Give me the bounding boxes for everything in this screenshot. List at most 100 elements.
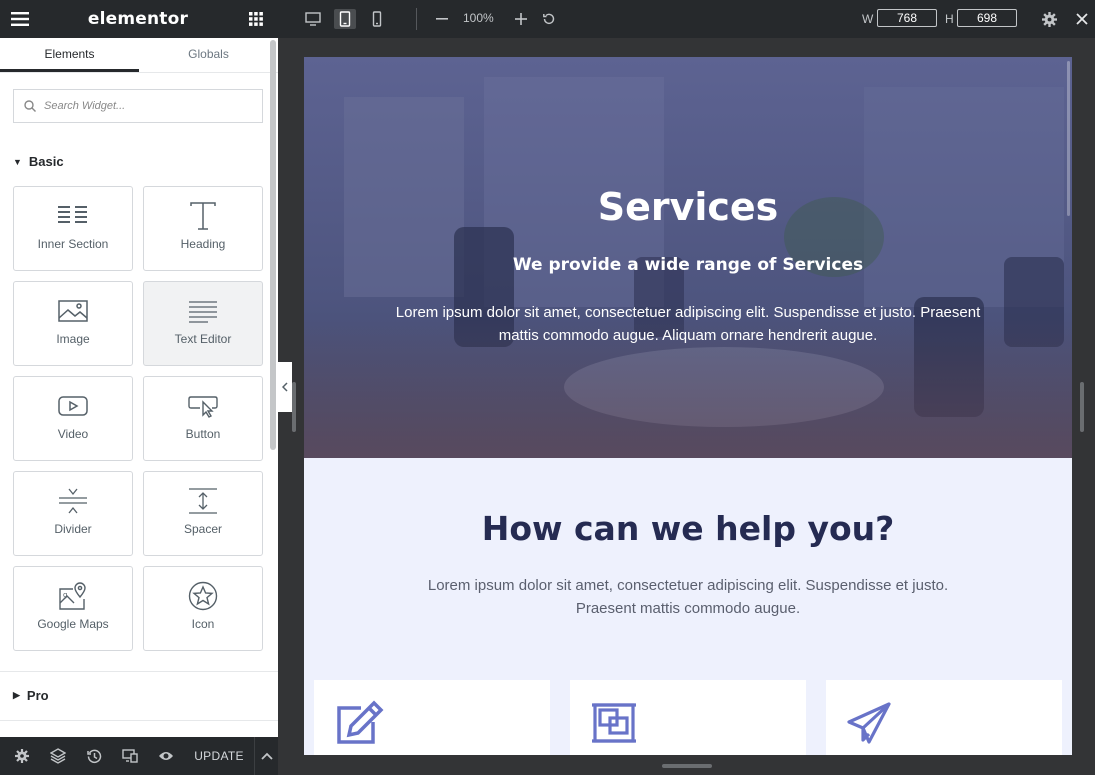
tab-elements[interactable]: Elements	[0, 38, 139, 72]
category-basic-label: Basic	[28, 154, 64, 169]
hero-subtitle: We provide a wide range of Services	[512, 255, 864, 275]
chevron-left-icon	[282, 382, 288, 392]
widget-label: Divider	[54, 522, 92, 536]
hero-text: Lorem ipsum dolor sit amet, consectetuer…	[395, 304, 981, 344]
width-input[interactable]	[877, 9, 937, 27]
divider-icon	[59, 488, 87, 514]
search-input[interactable]	[44, 100, 244, 112]
spacer-icon	[189, 488, 217, 514]
resize-handle-bottom[interactable]	[662, 764, 712, 768]
plus-icon	[515, 13, 527, 25]
gear-icon	[1041, 11, 1057, 27]
widget-grid: Inner Section Heading Image Text Editor …	[13, 186, 263, 651]
widget-label: Video	[57, 427, 89, 441]
layers-icon[interactable]	[44, 746, 72, 766]
resize-handle-right[interactable]	[1080, 382, 1084, 432]
panel-footer: UPDATE	[0, 737, 278, 775]
tab-globals[interactable]: Globals	[139, 38, 278, 72]
category-divider	[0, 671, 278, 672]
category-pro[interactable]: ▶ Pro	[0, 688, 49, 703]
widget-text-editor[interactable]: Text Editor	[143, 281, 263, 366]
panel-tabs: Elements Globals	[0, 38, 278, 73]
height-input[interactable]	[957, 9, 1017, 27]
service-card[interactable]	[826, 680, 1062, 755]
widget-label: Google Maps	[37, 617, 109, 631]
settings-gear-icon[interactable]	[8, 746, 36, 766]
tablet-icon	[339, 11, 351, 27]
panel-header: elementor	[0, 0, 278, 38]
apps-grid-icon[interactable]	[246, 9, 266, 29]
heading-icon	[190, 202, 216, 230]
widget-image[interactable]: Image	[13, 281, 133, 366]
minus-icon	[436, 18, 448, 20]
widget-button[interactable]: Button	[143, 376, 263, 461]
tablet-device-button[interactable]	[334, 9, 356, 29]
reset-icon	[543, 13, 555, 25]
chevron-up-icon[interactable]	[254, 737, 278, 775]
image-icon	[58, 300, 88, 322]
zoom-out-button[interactable]	[434, 9, 450, 29]
star-icon	[188, 581, 218, 611]
inner-section-icon	[58, 206, 87, 223]
responsive-toolbar: 100% W H	[278, 0, 1095, 38]
widget-label: Spacer	[183, 522, 223, 536]
caret-right-icon: ▶	[13, 690, 20, 700]
preview-canvas: Services We provide a wide range of Serv…	[304, 57, 1072, 755]
widget-divider[interactable]: Divider	[13, 471, 133, 556]
widget-search	[13, 89, 263, 123]
service-card[interactable]	[570, 680, 806, 755]
widget-video[interactable]: Video	[13, 376, 133, 461]
widget-heading[interactable]: Heading	[143, 186, 263, 271]
service-card[interactable]	[314, 680, 550, 755]
hero-section[interactable]: Services We provide a wide range of Serv…	[304, 57, 1072, 458]
preview-eye-icon[interactable]	[152, 746, 180, 766]
device-settings-button[interactable]	[1041, 9, 1057, 29]
google-maps-icon: g	[59, 582, 86, 610]
close-icon	[1076, 13, 1088, 25]
widget-icon[interactable]: Icon	[143, 566, 263, 651]
category-pro-label: Pro	[26, 688, 49, 703]
panel-scrollbar[interactable]	[270, 40, 276, 450]
history-icon[interactable]	[80, 746, 108, 766]
paper-plane-icon	[847, 702, 891, 744]
widget-label: Icon	[191, 617, 215, 631]
elementor-panel: elementor Elements Globals ▼ Basic Inner…	[0, 0, 278, 775]
help-text: Lorem ipsum dolor sit amet, consectetuer…	[427, 577, 949, 617]
elementor-logo: elementor	[87, 9, 189, 29]
mobile-device-button[interactable]	[367, 9, 387, 29]
preview-scrollbar[interactable]	[1067, 61, 1070, 216]
category-divider	[0, 720, 278, 721]
widget-label: Button	[185, 427, 221, 441]
mobile-icon	[372, 11, 382, 27]
height-label: H	[945, 12, 954, 26]
caret-down-icon: ▼	[13, 156, 22, 167]
update-button[interactable]: UPDATE	[184, 737, 254, 775]
button-icon	[188, 396, 218, 418]
frame-icon	[592, 703, 636, 743]
responsive-mode-icon[interactable]	[116, 746, 144, 766]
widget-label: Heading	[180, 237, 226, 251]
edit-icon	[337, 700, 384, 744]
hamburger-menu-icon[interactable]	[10, 9, 30, 29]
widget-inner-section[interactable]: Inner Section	[13, 186, 133, 271]
zoom-in-button[interactable]	[513, 9, 529, 29]
text-editor-icon	[189, 301, 217, 323]
widget-label: Image	[56, 332, 90, 346]
close-responsive-button[interactable]	[1074, 9, 1090, 29]
video-icon	[58, 396, 88, 416]
help-title: How can we help you?	[481, 509, 895, 548]
widget-label: Text Editor	[174, 332, 232, 346]
svg-text:g: g	[63, 591, 67, 599]
width-label: W	[862, 12, 874, 26]
resize-handle-left[interactable]	[292, 382, 296, 432]
category-basic[interactable]: ▼ Basic	[0, 154, 64, 169]
widget-google-maps[interactable]: g Google Maps	[13, 566, 133, 651]
widget-label: Inner Section	[37, 237, 109, 251]
hero-title: Services	[597, 185, 779, 229]
toolbar-separator	[416, 8, 417, 30]
collapse-panel-button[interactable]	[278, 362, 292, 412]
desktop-icon	[305, 12, 321, 26]
widget-spacer[interactable]: Spacer	[143, 471, 263, 556]
reset-zoom-button[interactable]	[541, 9, 557, 29]
desktop-device-button[interactable]	[303, 9, 323, 29]
